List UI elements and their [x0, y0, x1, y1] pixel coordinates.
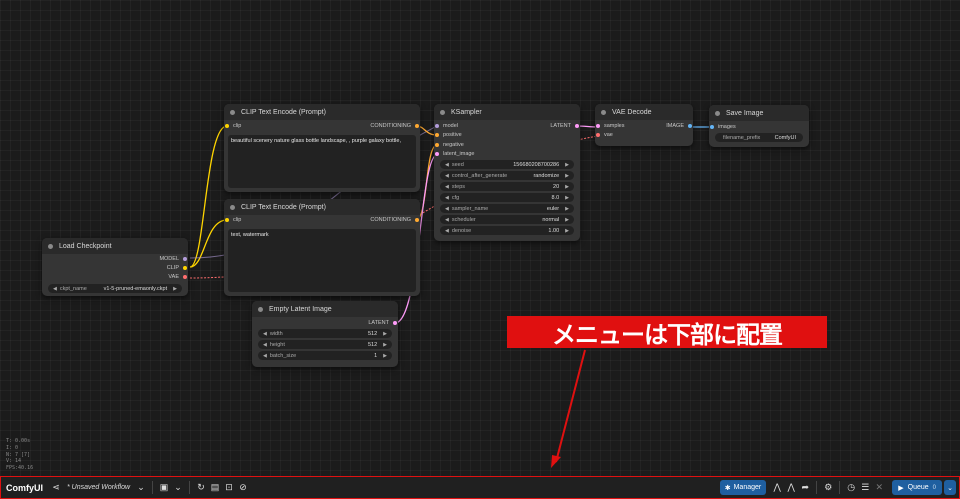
- clip-input-slot[interactable]: clip: [225, 123, 241, 129]
- node-status-dot: [230, 109, 235, 115]
- empty-latent-image-node[interactable]: Empty Latent Image LATENT ◀ width 512 ▶ ◀ he…: [252, 301, 398, 367]
- model-output-slot[interactable]: MODEL: [159, 256, 187, 262]
- negative-input-slot[interactable]: negative: [435, 142, 464, 148]
- divider: [189, 481, 191, 494]
- ksampler-node[interactable]: KSampler model positive negative latent_…: [434, 104, 580, 241]
- conditioning-output-slot[interactable]: CONDITIONING: [370, 217, 419, 223]
- latent-image-input-slot[interactable]: latent_image: [435, 151, 475, 157]
- model-input-slot[interactable]: model: [435, 123, 458, 129]
- gear-icon[interactable]: ⚙: [821, 480, 835, 495]
- node-title: Load Checkpoint: [59, 242, 112, 250]
- model-library-icon[interactable]: ⋀: [784, 480, 798, 495]
- load-checkpoint-node[interactable]: Load Checkpoint MODEL CLIP VAE ◀ ckpt_na…: [42, 238, 188, 296]
- filename-prefix-widget[interactable]: filename_prefix ComfyUI: [715, 133, 803, 142]
- queue-options-chevron-icon[interactable]: ⌄: [944, 480, 956, 495]
- clip-input-slot[interactable]: clip: [225, 217, 241, 223]
- steps-widget[interactable]: ◀ steps 20 ▶: [440, 182, 574, 191]
- queue-list-icon[interactable]: ☰: [858, 480, 872, 495]
- node-title: CLIP Text Encode (Prompt): [241, 108, 326, 116]
- annotation-banner: メニューは下部に配置: [507, 316, 827, 349]
- workflow-name[interactable]: * Unsaved Workflow: [63, 480, 134, 495]
- node-title: Save Image: [726, 109, 764, 117]
- samples-input-slot[interactable]: samples: [596, 123, 624, 129]
- share-arrow-icon[interactable]: ➦: [798, 480, 812, 495]
- node-title: VAE Decode: [612, 108, 652, 116]
- increment-arrow-icon[interactable]: ▶: [173, 286, 177, 292]
- latent-output-slot[interactable]: LATENT: [550, 123, 579, 129]
- sampler-name-widget[interactable]: ◀ sampler_name euler ▶: [440, 204, 574, 213]
- node-status-dot: [715, 110, 720, 116]
- comfyui-logo[interactable]: ComfyUI: [1, 480, 49, 495]
- close-icon[interactable]: ✕: [872, 480, 886, 495]
- queue-button[interactable]: ▶ Queue 0: [892, 480, 942, 495]
- manager-button[interactable]: ✱ Manager: [719, 480, 767, 495]
- batch-size-widget[interactable]: ◀ batch_size 1 ▶: [258, 351, 392, 360]
- save-icon[interactable]: ▣: [157, 480, 171, 495]
- node-status-dot: [230, 204, 235, 210]
- decrement-arrow-icon[interactable]: ◀: [53, 286, 57, 292]
- chevron-down-icon[interactable]: ⌄: [171, 480, 185, 495]
- prompt-textarea[interactable]: beautiful scenery nature glass bottle la…: [228, 135, 416, 188]
- divider: [816, 481, 818, 494]
- share-icon[interactable]: ⋖: [49, 480, 63, 495]
- seed-widget[interactable]: ◀ seed 156680208700286 ▶: [440, 160, 574, 169]
- node-status-dot: [601, 109, 606, 115]
- refresh-icon[interactable]: ↻: [194, 480, 208, 495]
- conditioning-output-slot[interactable]: CONDITIONING: [370, 123, 419, 129]
- graph-canvas[interactable]: CLIP Text Encode (Prompt) clip CONDITION…: [0, 0, 960, 476]
- image-output-slot[interactable]: IMAGE: [666, 123, 692, 129]
- images-input-slot[interactable]: images: [710, 124, 736, 130]
- clipboard-icon[interactable]: ▤: [208, 480, 222, 495]
- performance-stats: T: 0.00s I: 0 N: 7 [7] V: 14 FPS:40.16: [6, 438, 34, 471]
- history-icon[interactable]: ◷: [844, 480, 858, 495]
- width-widget[interactable]: ◀ width 512 ▶: [258, 329, 392, 338]
- vae-input-slot[interactable]: vae: [596, 132, 613, 138]
- node-status-dot: [440, 109, 445, 115]
- chevron-down-icon[interactable]: ⌄: [134, 480, 148, 495]
- bottom-menubar: ComfyUI ⋖ * Unsaved Workflow ⌄ ▣ ⌄ ↻ ▤ ⊡…: [0, 476, 960, 499]
- fit-view-icon[interactable]: ⊡: [222, 480, 236, 495]
- divider: [839, 481, 841, 494]
- control-after-generate-widget[interactable]: ◀ control_after_generate randomize ▶: [440, 171, 574, 180]
- clip-text-encode-positive-node[interactable]: CLIP Text Encode (Prompt) clip CONDITION…: [224, 104, 420, 192]
- save-image-node[interactable]: Save Image images filename_prefix ComfyU…: [709, 105, 809, 147]
- scheduler-widget[interactable]: ◀ scheduler normal ▶: [440, 215, 574, 224]
- positive-input-slot[interactable]: positive: [435, 132, 462, 138]
- vae-output-slot[interactable]: VAE: [168, 274, 187, 280]
- puzzle-icon: ✱: [724, 484, 731, 492]
- play-icon: ▶: [898, 484, 904, 492]
- prompt-textarea[interactable]: text, watermark: [228, 229, 416, 292]
- denoise-widget[interactable]: ◀ denoise 1.00 ▶: [440, 226, 574, 235]
- divider: [152, 481, 154, 494]
- ckpt-name-widget[interactable]: ◀ ckpt_name v1-5-pruned-emaonly.ckpt ▶: [48, 284, 182, 293]
- node-title: KSampler: [451, 108, 482, 116]
- cancel-icon[interactable]: ⊘: [236, 480, 250, 495]
- model-icon[interactable]: ⋀: [770, 480, 784, 495]
- clip-text-encode-negative-node[interactable]: CLIP Text Encode (Prompt) clip CONDITION…: [224, 199, 420, 296]
- vae-decode-node[interactable]: VAE Decode samples vae IMAGE: [595, 104, 693, 146]
- latent-output-slot[interactable]: LATENT: [368, 320, 397, 326]
- cfg-widget[interactable]: ◀ cfg 8.0 ▶: [440, 193, 574, 202]
- node-title: CLIP Text Encode (Prompt): [241, 203, 326, 211]
- node-status-dot: [258, 306, 263, 312]
- height-widget[interactable]: ◀ height 512 ▶: [258, 340, 392, 349]
- clip-output-slot[interactable]: CLIP: [167, 265, 187, 271]
- node-status-dot: [48, 243, 53, 249]
- node-title: Empty Latent Image: [269, 305, 332, 313]
